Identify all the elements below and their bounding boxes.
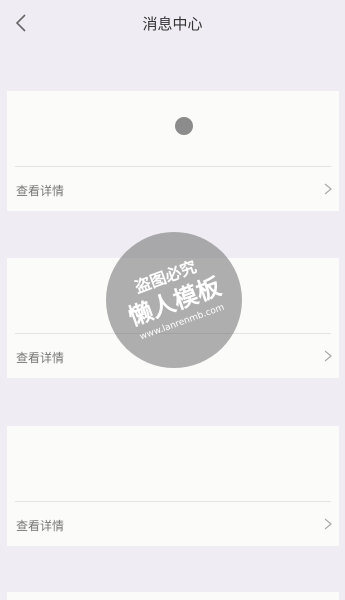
view-details-row[interactable]: 查看详情 — [7, 167, 339, 211]
message-card: 查看详情 — [7, 426, 339, 546]
page-title: 消息中心 — [142, 15, 203, 33]
message-card-body — [7, 258, 339, 333]
view-details-row[interactable]: 查看详情 — [7, 502, 339, 546]
view-details-label: 查看详情 — [16, 519, 65, 533]
view-details-label: 查看详情 — [16, 351, 65, 365]
chevron-right-icon — [324, 350, 332, 362]
message-card: 查看详情 — [7, 258, 339, 378]
chevron-right-icon — [324, 183, 332, 195]
message-card-partial — [7, 592, 339, 600]
message-card-body — [7, 426, 339, 501]
header-bar: 消息中心 — [0, 0, 345, 46]
view-details-label: 查看详情 — [16, 184, 65, 198]
message-card-body — [7, 91, 339, 166]
view-details-row[interactable]: 查看详情 — [7, 334, 339, 378]
chevron-right-icon — [324, 518, 332, 530]
message-card: 查看详情 — [7, 91, 339, 211]
loading-indicator — [175, 117, 193, 135]
